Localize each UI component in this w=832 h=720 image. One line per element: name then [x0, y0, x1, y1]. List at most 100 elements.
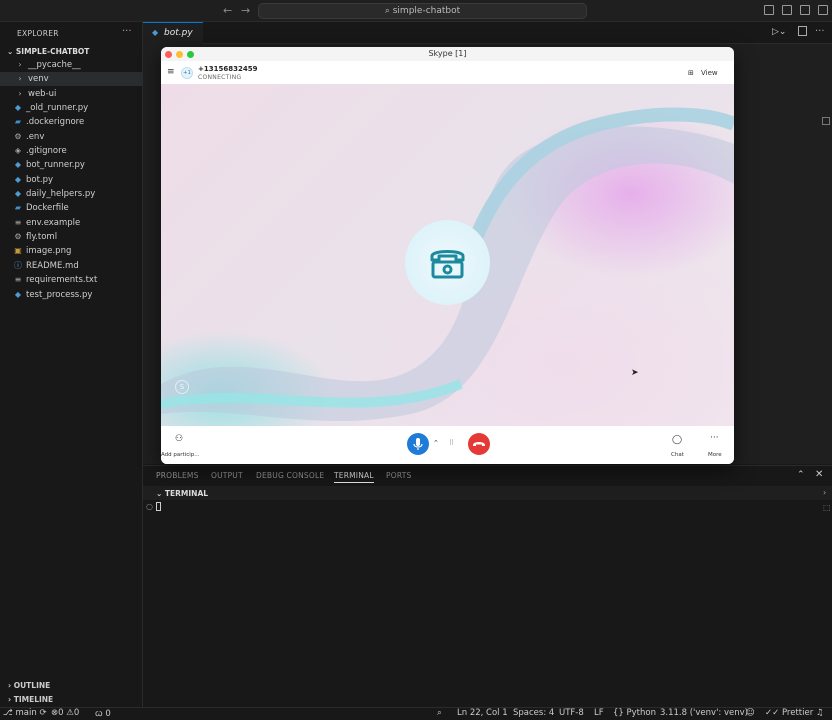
more-label[interactable]: More: [708, 452, 722, 458]
tab-terminal[interactable]: TERMINAL: [334, 471, 374, 483]
mouse-pointer-icon: ➤: [631, 368, 639, 378]
run-icon[interactable]: ▷⌄: [772, 27, 786, 37]
docker-icon: ▰: [14, 203, 22, 212]
sidebar-item-label: bot_runner.py: [26, 160, 85, 170]
sidebar-item-bot-py[interactable]: ◆ bot.py: [0, 173, 143, 187]
toggle-secondary-sidebar-icon[interactable]: [800, 5, 810, 15]
tab-ports[interactable]: PORTS: [386, 471, 411, 480]
sidebar-item-pycache[interactable]: › __pycache__: [0, 58, 143, 72]
indentation-status[interactable]: Spaces: 4: [513, 708, 554, 718]
encoding-status[interactable]: UTF-8: [559, 708, 584, 718]
end-call-button[interactable]: [468, 433, 490, 455]
call-indicator: [405, 220, 490, 305]
sidebar-item-daily-helpers-py[interactable]: ◆ daily_helpers.py: [0, 187, 143, 201]
terminal-body[interactable]: [143, 500, 823, 707]
timeline-section[interactable]: › TIMELINE: [8, 695, 53, 704]
sidebar-item-dockerfile[interactable]: ▰ Dockerfile: [0, 201, 143, 215]
sidebar-item-web-ui[interactable]: › web-ui: [0, 87, 143, 101]
sidebar-item-image-png[interactable]: ▣ image.png: [0, 244, 143, 258]
skype-call-window: Skype [1] ≡ +1 +13156832459 CONNECTING ⊞…: [161, 47, 734, 464]
language-status[interactable]: {} Python: [613, 708, 656, 718]
sidebar-item-env-example[interactable]: ≡ env.example: [0, 216, 143, 230]
close-panel-icon[interactable]: ✕: [815, 469, 823, 480]
sidebar-item-dockerignore[interactable]: ▰ .dockerignore: [0, 115, 143, 129]
customize-layout-icon[interactable]: [818, 5, 828, 15]
sidebar-item-label: image.png: [26, 246, 72, 256]
sidebar-item-bot-runner-py[interactable]: ◆ bot_runner.py: [0, 158, 143, 172]
notifications-icon[interactable]: ♫: [816, 708, 824, 718]
terminal-header: [143, 486, 832, 500]
sidebar-item-label: .dockerignore: [26, 117, 85, 127]
split-editor-icon[interactable]: [798, 26, 807, 36]
branch-status[interactable]: ⎇ main ⟳: [3, 708, 47, 718]
sidebar-item-label: .env: [26, 132, 45, 142]
add-participants-label[interactable]: Add particip...: [161, 452, 200, 458]
sidebar-item-requirements-txt[interactable]: ≡ requirements.txt: [0, 273, 143, 287]
toggle-panel-icon[interactable]: [782, 5, 792, 15]
maximize-panel-icon[interactable]: ⌃: [797, 470, 805, 480]
toggle-sidebar-icon[interactable]: [764, 5, 774, 15]
sidebar-item-old-runner-py[interactable]: ◆ _old_runner.py: [0, 101, 143, 115]
editor-more-icon[interactable]: ···: [815, 26, 825, 37]
sidebar-item-venv[interactable]: › venv: [0, 72, 143, 86]
terminal-label: ⌄ TERMINAL: [156, 489, 209, 498]
sidebar-item-fly-toml[interactable]: ⚙ fly.toml: [0, 230, 143, 244]
panel-tabs: [143, 465, 832, 485]
skype-title: Skype [1]: [161, 47, 734, 61]
view-button[interactable]: View: [701, 69, 718, 77]
sidebar-item-label: bot.py: [26, 175, 54, 185]
sidebar-item-label: test_process.py: [26, 290, 93, 300]
workspace-root[interactable]: ⌄ SIMPLE-CHATBOT: [7, 47, 89, 56]
add-participant-icon[interactable]: ⚇: [175, 434, 183, 444]
sidebar-item-env[interactable]: ⚙ .env: [0, 130, 143, 144]
sidebar-item-readme-md[interactable]: ⓘ README.md: [0, 259, 143, 273]
terminal-prompt-icon: ○: [146, 502, 153, 511]
interpreter-status[interactable]: 3.11.8 ('venv': venv): [660, 708, 748, 718]
outline-section[interactable]: › OUTLINE: [8, 681, 50, 690]
chat-label[interactable]: Chat: [671, 452, 684, 458]
mute-button[interactable]: [407, 433, 429, 455]
back-arrow-icon[interactable]: ←: [223, 4, 232, 17]
info-icon: ⓘ: [14, 261, 22, 270]
prettier-status[interactable]: ✓✓ Prettier: [765, 708, 813, 718]
sidebar-item-label: env.example: [26, 218, 81, 228]
sidebar-item-label: web-ui: [28, 89, 57, 99]
sidebar-item-label: venv: [28, 74, 49, 84]
sidebar-item-test-process-py[interactable]: ◆ test_process.py: [0, 288, 143, 302]
caller-number: +13156832459: [198, 65, 258, 73]
hang-up-icon: [473, 442, 485, 446]
avatar: +1: [181, 67, 193, 79]
chevron-right-icon: ›: [18, 89, 22, 98]
tab-debug-console[interactable]: DEBUG CONSOLE: [256, 471, 324, 480]
zoom-window-button[interactable]: [187, 51, 194, 58]
terminal-scroll-icon[interactable]: ⬚: [823, 503, 831, 512]
image-icon: ▣: [14, 246, 22, 255]
hamburger-menu-icon[interactable]: ≡: [167, 67, 175, 77]
minimize-window-button[interactable]: [176, 51, 183, 58]
close-window-button[interactable]: [165, 51, 172, 58]
command-center-search[interactable]: ⌕ simple-chatbot: [258, 3, 587, 19]
chat-icon[interactable]: ◯: [672, 435, 682, 445]
ports-status[interactable]: ꞷ 0: [95, 708, 111, 719]
terminal-cursor: [156, 502, 161, 511]
prettier-label: Prettier: [781, 708, 814, 718]
forward-arrow-icon[interactable]: →: [241, 4, 250, 17]
terminal-chevron-icon[interactable]: ›: [823, 488, 826, 497]
tab-output[interactable]: OUTPUT: [211, 471, 243, 480]
sidebar-item-gitignore[interactable]: ◈ .gitignore: [0, 144, 143, 158]
docker-icon: ▰: [14, 117, 22, 126]
sidebar-item-label: __pycache__: [28, 60, 81, 70]
language-label: Python: [626, 708, 656, 718]
audio-options-chevron-icon[interactable]: ⌃: [433, 439, 439, 447]
python-icon: ◆: [14, 103, 22, 112]
zoom-icon[interactable]: ⌕: [437, 708, 442, 718]
dialpad-icon[interactable]: ⠿: [449, 439, 454, 447]
tab-problems[interactable]: PROBLEMS: [156, 471, 199, 480]
more-options-icon[interactable]: ···: [710, 433, 719, 443]
grid-view-icon[interactable]: ⊞: [688, 69, 694, 77]
more-actions-icon[interactable]: ···: [122, 26, 132, 37]
cursor-position[interactable]: Ln 22, Col 1: [457, 708, 508, 718]
copilot-icon[interactable]: ☺: [746, 708, 755, 718]
problems-status[interactable]: ⊗0 ⚠0: [51, 708, 79, 718]
eol-status[interactable]: LF: [594, 708, 604, 718]
